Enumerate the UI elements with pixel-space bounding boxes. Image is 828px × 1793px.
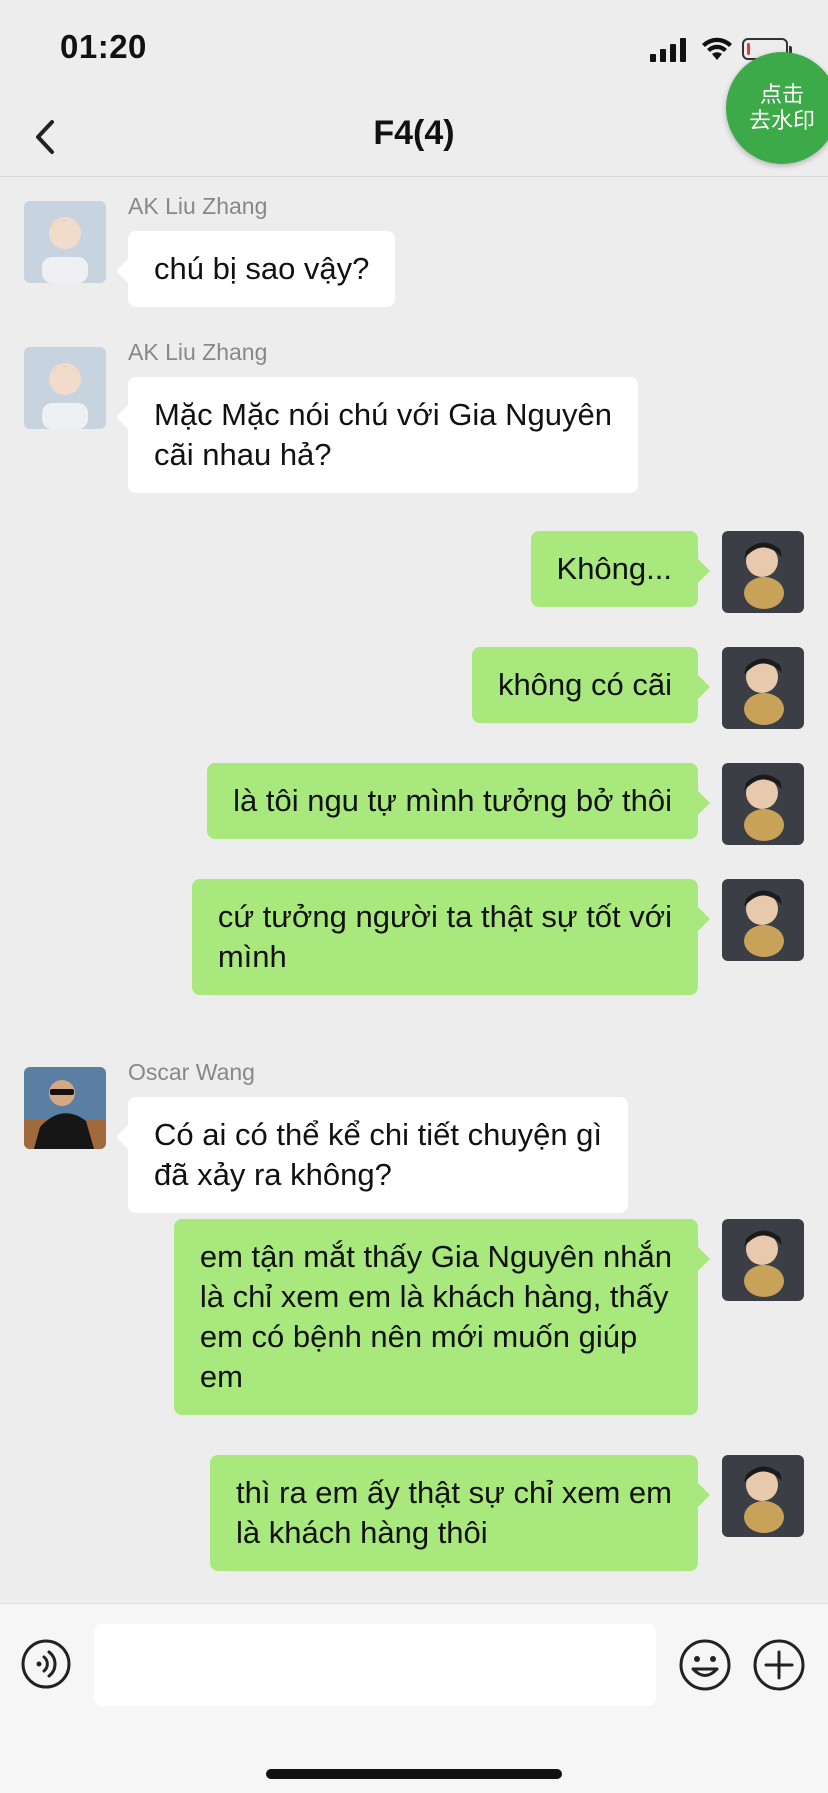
message-bubble[interactable]: không có cãi [471,647,711,723]
self-avatar[interactable] [722,647,804,729]
cellular-signal-icon [650,38,686,62]
watermark-button-line2: 去水印 [748,108,815,133]
sender-name: AK Liu Zhang [128,339,268,365]
remove-watermark-button[interactable]: 点击 去水印 [726,52,828,164]
self-avatar[interactable] [722,1219,804,1301]
plus-icon[interactable] [752,1638,806,1692]
ak-avatar[interactable] [24,347,106,429]
self-avatar[interactable] [722,879,804,961]
watermark-button-line1: 点击 [759,82,804,107]
input-bar [0,1603,828,1793]
message-bubble[interactable]: là tôi ngu tự mình tưởng bở thôi [207,763,710,839]
self-avatar[interactable] [722,763,804,845]
status-bar: 01:20 [0,0,828,100]
message-input[interactable] [94,1624,656,1706]
sender-name: Oscar Wang [128,1059,255,1085]
message-bubble[interactable]: Có ai có thể kể chi tiết chuyện gì đã xả… [115,1097,629,1213]
message-bubble[interactable]: em tận mắt thấy Gia Nguyên nhắn là chỉ x… [173,1219,711,1415]
chat-header: F4(4) [0,100,828,177]
chat-title: F4(4) [373,114,455,152]
emoji-icon[interactable] [678,1638,732,1692]
status-time: 01:20 [60,28,147,65]
oscar-avatar[interactable] [24,1067,106,1149]
message-list[interactable]: AK Liu Zhang chú bị sao vậy? AK Liu Zhan… [0,177,828,1602]
self-avatar[interactable] [722,1455,804,1537]
voice-icon[interactable] [20,1638,72,1690]
message-bubble[interactable]: thì ra em ấy thật sự chỉ xem em là khách… [210,1455,710,1571]
message-bubble[interactable]: Mặc Mặc nói chú với Gia Nguyên cãi nhau … [116,377,638,493]
message-bubble[interactable]: Không... [530,531,711,607]
self-avatar[interactable] [722,531,804,613]
home-indicator[interactable] [266,1769,562,1779]
message-bubble[interactable]: cứ tưởng người ta thật sự tốt với mình [191,879,711,995]
ak-avatar[interactable] [24,201,106,283]
sender-name: AK Liu Zhang [128,193,268,219]
message-bubble[interactable]: chú bị sao vậy? [115,231,396,307]
